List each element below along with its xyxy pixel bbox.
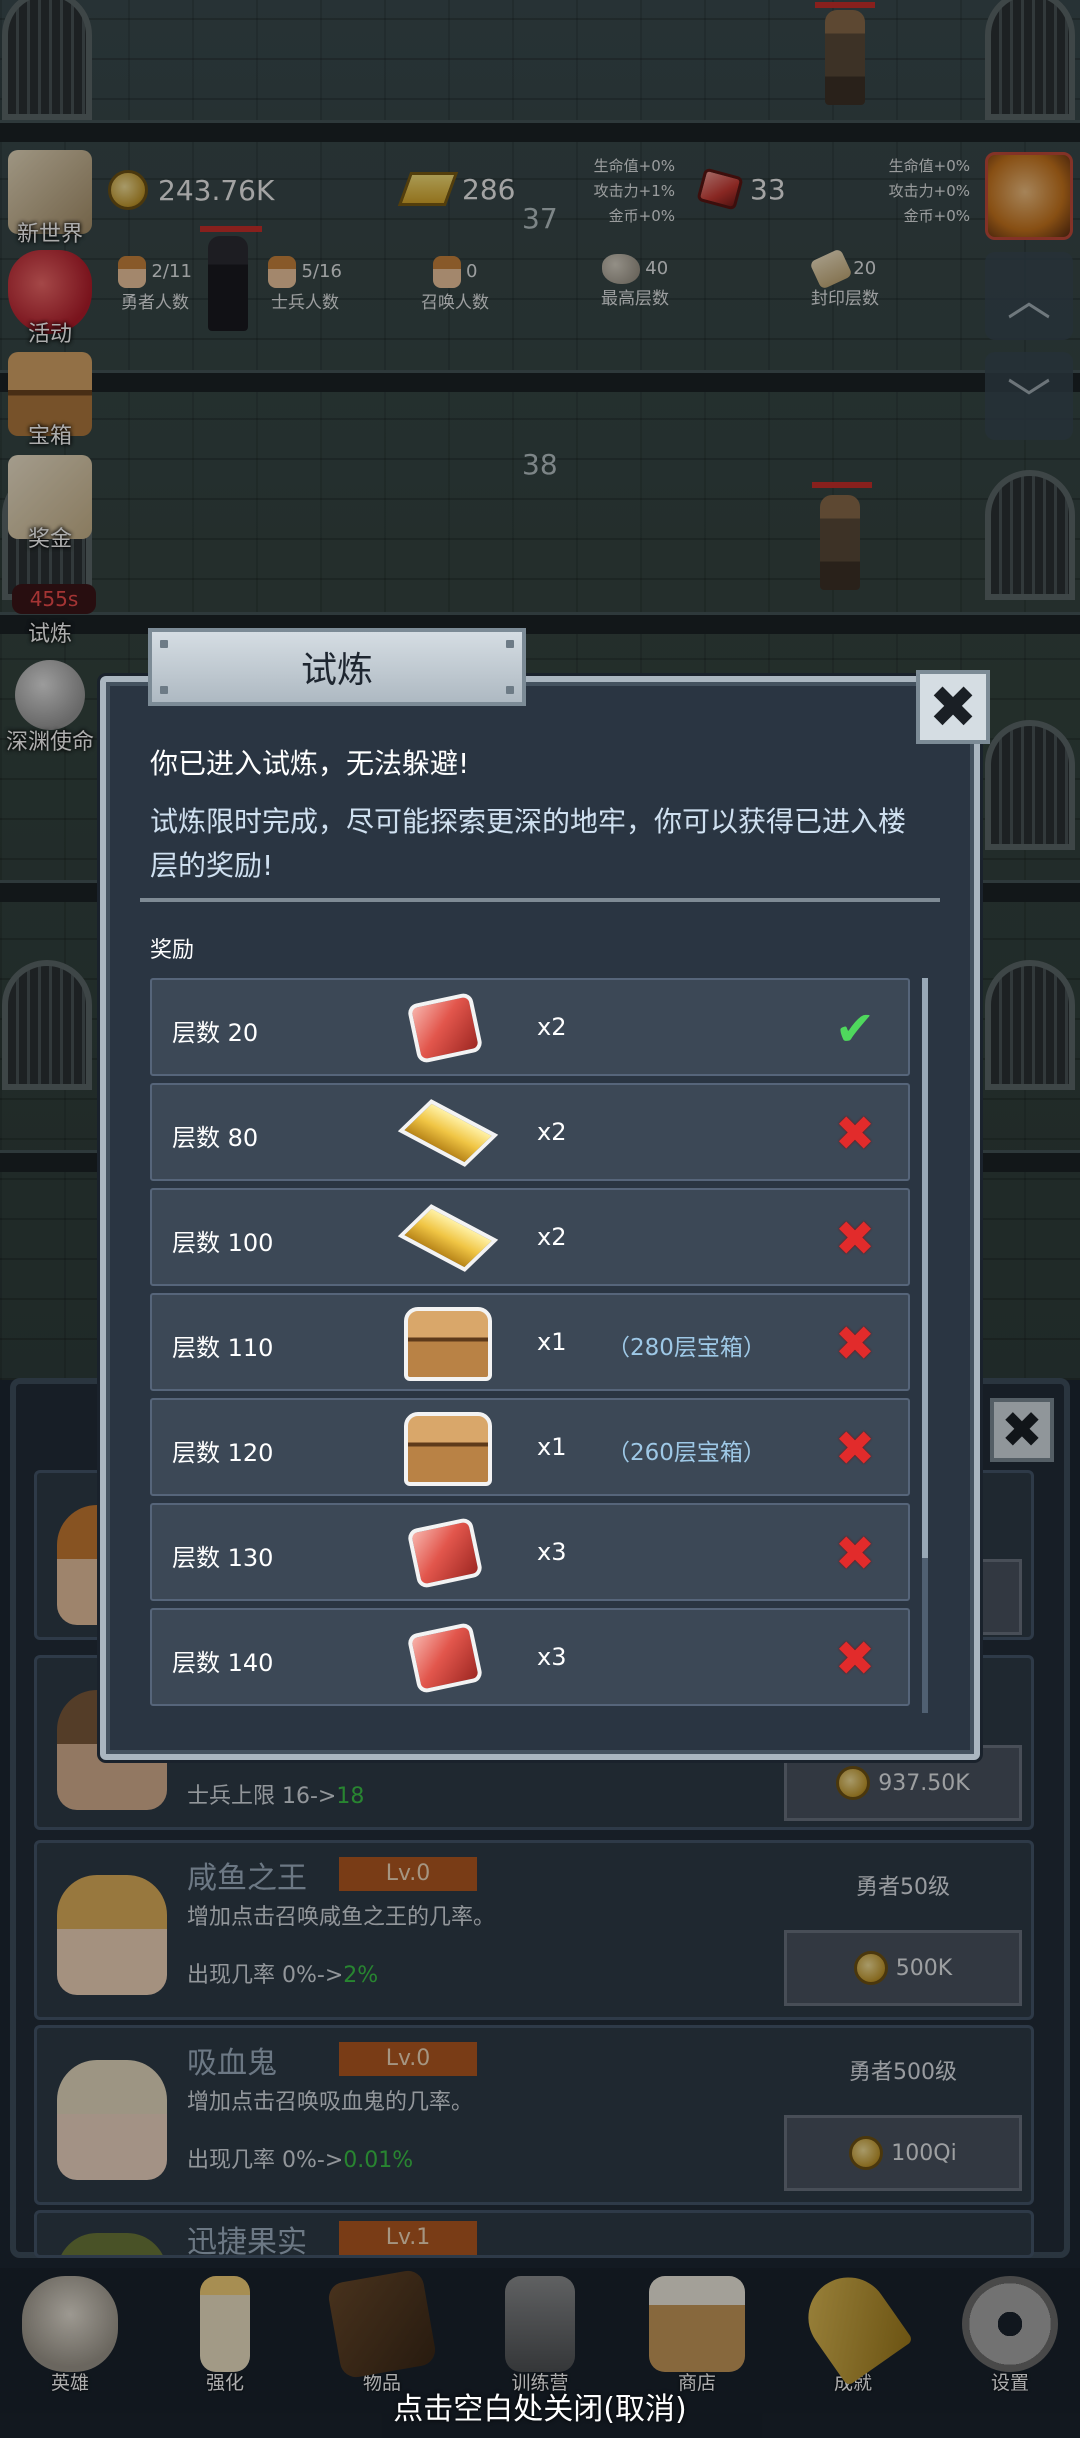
rivet [506,686,514,694]
gold-bar-icon [397,1099,499,1167]
reward-floor: 层数 110 [172,1334,274,1362]
ruby-icon [406,1621,484,1695]
cross-icon: ✖ [834,1631,876,1687]
close-hint: 点击空白处关闭(取消) [393,2392,687,2427]
reward-row: 层数 110 x1 （280层宝箱） ✖ [150,1293,910,1391]
rivet [160,640,168,648]
reward-row: 层数 120 x1 （260层宝箱） ✖ [150,1398,910,1496]
reward-list[interactable]: 层数 20 x2 ✔ 层数 80 x2 ✖ 层数 100 x2 ✖ 层数 110… [150,978,910,1713]
reward-floor: 层数 100 [172,1229,274,1257]
trial-dialog-close-button[interactable]: ✖ [916,670,990,744]
reward-row: 层数 130 x3 ✖ [150,1503,910,1601]
reward-floor: 层数 20 [172,1019,259,1047]
reward-note: （260层宝箱） [607,1440,766,1466]
reward-quantity: x2 [537,1013,567,1041]
reward-note: （280层宝箱） [607,1335,766,1361]
cross-icon: ✖ [834,1421,876,1477]
reward-floor: 层数 80 [172,1124,259,1152]
check-icon: ✔ [834,1001,876,1057]
reward-floor: 层数 130 [172,1544,274,1572]
cross-icon: ✖ [834,1526,876,1582]
rivet [160,686,168,694]
cross-icon: ✖ [834,1316,876,1372]
reward-floor: 层数 120 [172,1439,274,1467]
divider [140,898,940,902]
trial-heading: 你已进入试炼，无法躲避! [150,747,470,780]
trial-description: 试炼限时完成，尽可能探索更深的地牢，你可以获得已进入楼层的奖励! [150,805,907,882]
trial-dialog-title: 试炼 [300,650,373,691]
reward-quantity: x2 [537,1118,567,1146]
cross-icon: ✖ [834,1106,876,1162]
trial-dialog-tab: 试炼 [148,628,526,706]
rivet [506,640,514,648]
rewards-label: 奖励 [150,938,195,963]
chest-icon [404,1307,492,1381]
reward-list-scroll-thumb[interactable] [922,978,928,1558]
reward-quantity: x3 [537,1538,567,1566]
reward-floor: 层数 140 [172,1649,274,1677]
reward-row: 层数 20 x2 ✔ [150,978,910,1076]
gold-bar-icon [397,1204,499,1272]
reward-row: 层数 100 x2 ✖ [150,1188,910,1286]
ruby-icon [406,1516,484,1590]
chest-icon [404,1412,492,1486]
reward-quantity: x3 [537,1643,567,1671]
cross-icon: ✖ [834,1211,876,1267]
reward-quantity: x2 [537,1223,567,1251]
reward-quantity: x1 [537,1328,567,1356]
ruby-icon [406,991,484,1065]
close-icon: ✖ [928,673,978,741]
reward-row: 层数 80 x2 ✖ [150,1083,910,1181]
reward-quantity: x1 [537,1433,567,1461]
reward-row: 层数 140 x3 ✖ [150,1608,910,1706]
